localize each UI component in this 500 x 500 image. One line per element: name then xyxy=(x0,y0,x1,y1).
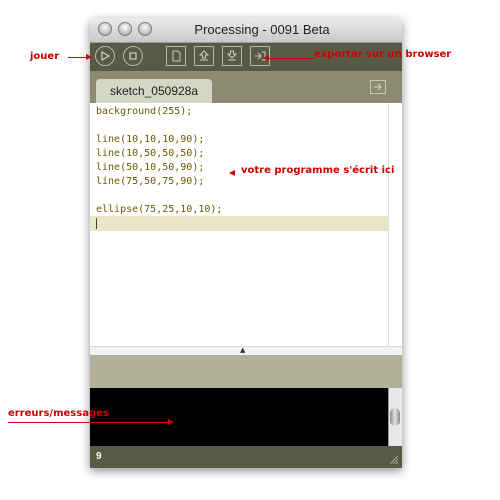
tab-bar: sketch_050928a xyxy=(90,71,402,103)
annotation-editor: votre programme s'écrit ici xyxy=(241,165,395,176)
new-icon xyxy=(172,50,181,62)
code-line: line(50,10,50,90); xyxy=(96,162,205,173)
code-line: line(10,10,10,90); xyxy=(96,134,205,145)
tab-sketch[interactable]: sketch_050928a xyxy=(96,79,212,103)
new-button[interactable] xyxy=(166,46,186,66)
annotation-arrowhead-editor xyxy=(229,170,235,176)
save-icon xyxy=(226,50,238,61)
annotation-export: exporter sur un browser xyxy=(314,49,452,60)
footer-bar xyxy=(90,446,402,468)
annotation-console: erreurs/messages xyxy=(8,408,109,419)
resize-grip-icon[interactable] xyxy=(388,454,398,464)
title-bar: Processing - 0091 Beta xyxy=(90,18,402,43)
current-line-highlight xyxy=(90,216,388,231)
close-window-button[interactable] xyxy=(98,22,112,36)
annotation-arrowhead-play xyxy=(86,54,92,60)
text-caret xyxy=(96,218,97,229)
status-bar xyxy=(90,355,402,388)
annotation-arrow-console xyxy=(8,422,168,423)
minimize-window-button[interactable] xyxy=(118,22,132,36)
annotation-play: jouer xyxy=(30,51,60,62)
split-handle-icon[interactable]: ▲ xyxy=(240,346,245,354)
annotation-arrowhead-console xyxy=(168,419,174,425)
annotation-arrow-play xyxy=(68,57,86,58)
open-button[interactable] xyxy=(194,46,214,66)
stop-icon xyxy=(129,52,137,60)
code-line: background(255); xyxy=(96,106,193,117)
save-button[interactable] xyxy=(222,46,242,66)
processing-window: Processing - 0091 Beta sketch_050928a ba… xyxy=(90,18,402,468)
window-title: Processing - 0091 Beta xyxy=(194,22,330,37)
console-scroll-thumb[interactable] xyxy=(390,408,400,426)
open-icon xyxy=(198,50,210,61)
stop-button[interactable] xyxy=(123,46,143,66)
editor-scrollbar[interactable] xyxy=(388,103,402,346)
zoom-window-button[interactable] xyxy=(138,22,152,36)
annotation-arrow-export xyxy=(269,58,314,59)
code-line: line(10,50,50,50); xyxy=(96,148,205,159)
code-line: ellipse(75,25,10,10); xyxy=(96,204,223,215)
code-editor[interactable]: background(255); line(10,10,10,90); line… xyxy=(90,103,388,346)
tab-menu-button[interactable] xyxy=(370,80,386,94)
run-button[interactable] xyxy=(95,46,115,66)
play-icon xyxy=(101,51,110,61)
message-console xyxy=(90,388,388,446)
line-number: 9 xyxy=(96,451,102,462)
code-line: line(75,50,75,90); xyxy=(96,176,205,187)
arrow-right-icon xyxy=(374,83,382,91)
